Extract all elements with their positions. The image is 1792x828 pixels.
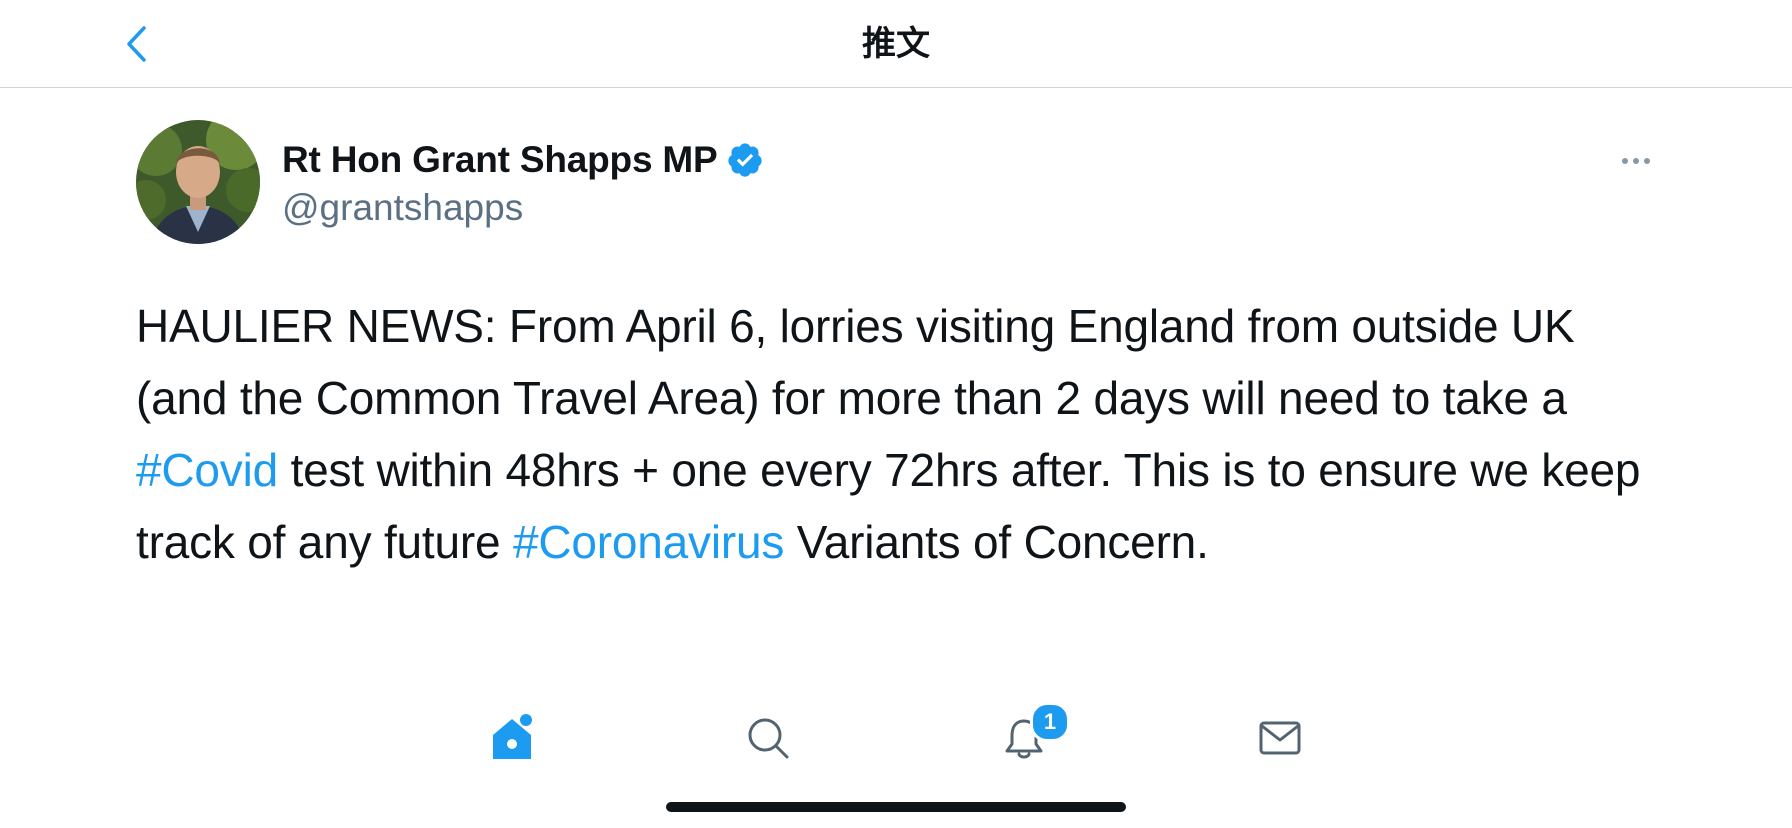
tweet-text: HAULIER NEWS: From April 6, lorries visi… bbox=[136, 290, 1656, 578]
search-icon bbox=[748, 718, 789, 759]
home-indicator[interactable] bbox=[666, 802, 1126, 812]
verified-badge-icon bbox=[727, 143, 762, 177]
mail-icon bbox=[1259, 721, 1301, 755]
bottom-tab-bar: 1 bbox=[0, 700, 1792, 780]
home-icon bbox=[493, 714, 532, 759]
tab-home[interactable] bbox=[482, 708, 542, 768]
author-block[interactable]: Rt Hon Grant Shapps MP @grantshapps bbox=[282, 136, 764, 230]
avatar[interactable] bbox=[136, 120, 260, 244]
tab-search[interactable] bbox=[738, 708, 798, 768]
page-title: 推文 bbox=[862, 25, 930, 63]
tweet-text-part: Variants of Concern. bbox=[784, 516, 1209, 568]
hashtag-link[interactable]: #Coronavirus bbox=[513, 516, 784, 568]
tab-notifications[interactable]: 1 bbox=[994, 702, 1070, 768]
hashtag-link[interactable]: #Covid bbox=[136, 444, 278, 496]
notification-badge: 1 bbox=[1030, 702, 1070, 742]
more-horizontal-icon bbox=[1622, 158, 1650, 164]
avatar-image bbox=[136, 120, 260, 244]
tab-messages[interactable] bbox=[1250, 708, 1310, 768]
display-name: Rt Hon Grant Shapps MP bbox=[282, 139, 718, 180]
more-options-button[interactable] bbox=[1616, 146, 1656, 176]
display-name-row: Rt Hon Grant Shapps MP bbox=[282, 136, 764, 184]
user-handle: @grantshapps bbox=[282, 187, 524, 228]
top-nav-bar: 推文 bbox=[0, 0, 1792, 88]
tweet-text-part: HAULIER NEWS: From April 6, lorries visi… bbox=[136, 300, 1575, 424]
